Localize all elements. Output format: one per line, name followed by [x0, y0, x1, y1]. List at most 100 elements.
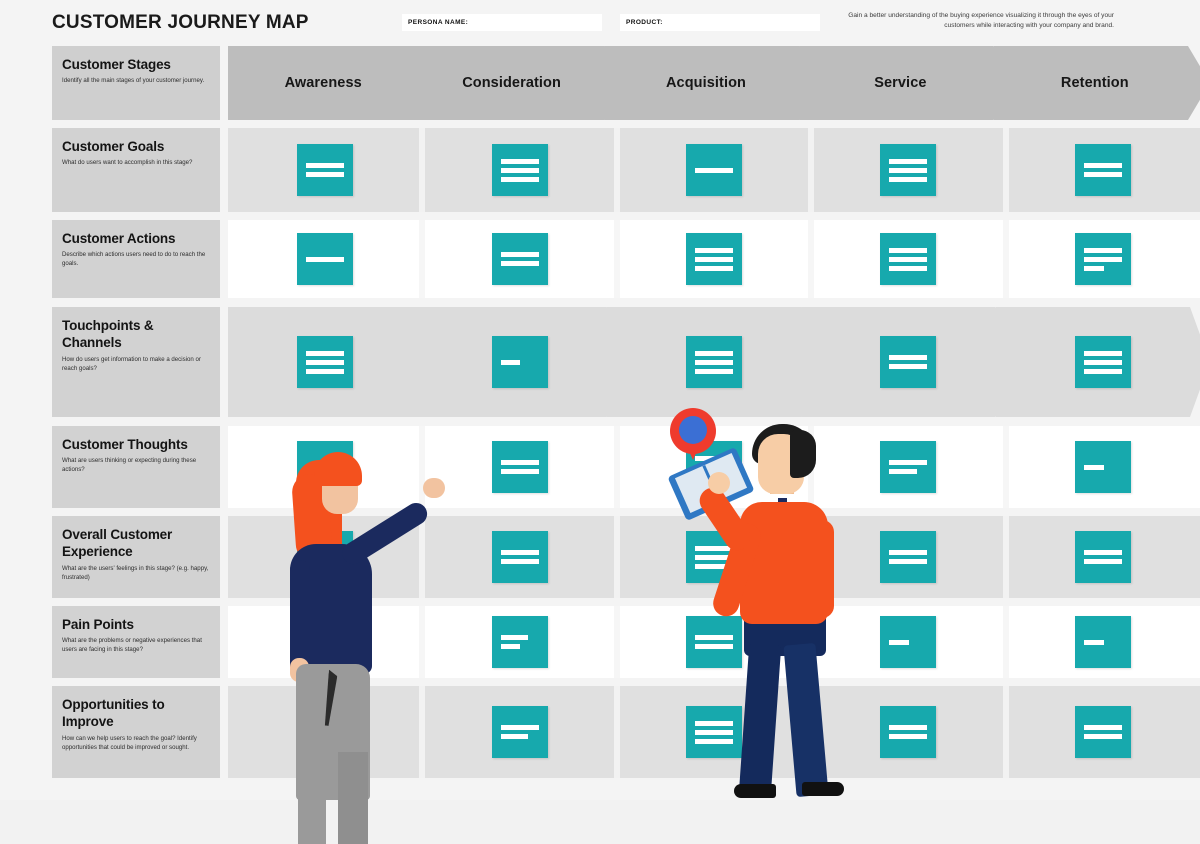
sticky-note-card[interactable] — [1074, 616, 1131, 668]
sticky-note-card[interactable] — [491, 706, 548, 758]
sticky-note-card[interactable] — [880, 706, 937, 758]
sticky-note-card[interactable] — [686, 441, 742, 493]
card-text-line — [500, 167, 539, 173]
card-text-line — [1083, 368, 1122, 374]
card-text-line — [889, 167, 928, 173]
sticky-note-card[interactable] — [1074, 233, 1131, 285]
header: CUSTOMER JOURNEY MAP PERSONA NAME: PRODU… — [0, 0, 1200, 46]
card-text-line — [889, 734, 928, 739]
stage-chevron-service[interactable]: Service — [799, 46, 1015, 120]
sticky-note-card[interactable] — [491, 233, 548, 285]
journey-map-canvas: CUSTOMER JOURNEY MAP PERSONA NAME: PRODU… — [0, 0, 1200, 844]
persona-name-field[interactable]: PERSONA NAME: — [402, 14, 602, 31]
sticky-note-card[interactable] — [491, 531, 548, 583]
sticky-note-card[interactable] — [880, 233, 937, 285]
card-text-line — [1083, 559, 1122, 564]
stage-chevron-consideration[interactable]: Consideration — [410, 46, 626, 120]
card-text-line — [695, 720, 733, 726]
row-label-opportunities-to-improve: Opportunities to Improve How can we help … — [52, 686, 220, 778]
card-text-line — [695, 464, 733, 470]
card-text-line — [695, 635, 733, 640]
card-text-line — [1083, 247, 1122, 253]
sticky-note-card[interactable] — [1074, 441, 1131, 493]
row-label-overall-customer-experience: Overall Customer Experience What are the … — [52, 516, 220, 598]
row-title: Customer Thoughts — [62, 437, 188, 452]
sticky-note-card[interactable] — [491, 336, 548, 388]
sticky-note-card[interactable] — [297, 616, 354, 668]
card-text-line — [500, 158, 539, 164]
sticky-note-card[interactable] — [880, 441, 937, 493]
card-text-line — [306, 359, 345, 365]
row-title: Customer Stages — [62, 57, 171, 72]
card-text-line — [1083, 464, 1104, 470]
card-text-line — [1083, 725, 1122, 730]
sticky-note-card[interactable] — [297, 336, 354, 388]
card-text-line — [889, 559, 928, 564]
card-text-line — [1083, 550, 1122, 555]
card-text-line — [1083, 350, 1122, 356]
sticky-note-card[interactable] — [880, 144, 937, 196]
card-text-line — [889, 639, 910, 645]
journey-row: Customer Actions Describe which actions u… — [0, 220, 1200, 298]
sticky-note-card[interactable] — [686, 336, 742, 388]
stage-chevron-acquisition[interactable]: Acquisition — [605, 46, 821, 120]
sticky-note-card[interactable] — [297, 441, 354, 493]
card-text-line — [500, 635, 528, 640]
sticky-note-card[interactable] — [297, 706, 354, 758]
card-text-line — [1083, 256, 1122, 262]
sticky-note-card[interactable] — [491, 144, 548, 196]
card-text-line — [1083, 265, 1104, 271]
sticky-note-card[interactable] — [686, 144, 742, 196]
sticky-note-card[interactable] — [1074, 144, 1131, 196]
card-text-line — [500, 734, 528, 739]
intro-blurb: Gain a better understanding of the buyin… — [848, 12, 1114, 30]
card-text-line — [306, 550, 345, 555]
sticky-note-card[interactable] — [1074, 706, 1131, 758]
card-text-line — [695, 729, 733, 735]
sticky-note-card[interactable] — [686, 233, 742, 285]
sticky-note-card[interactable] — [1074, 336, 1131, 388]
card-text-line — [695, 265, 733, 271]
product-field[interactable]: PRODUCT: — [620, 14, 820, 31]
card-text-line — [306, 635, 345, 640]
card-text-line — [889, 460, 928, 465]
stage-chevron-awareness[interactable]: Awareness — [228, 46, 432, 120]
card-text-line — [889, 247, 928, 253]
card-text-line — [306, 163, 345, 168]
card-text-line — [500, 559, 539, 564]
card-text-line — [889, 469, 917, 474]
card-text-line — [306, 464, 345, 470]
card-text-line — [889, 265, 928, 271]
card-text-line — [306, 559, 326, 564]
row-cells — [228, 128, 1200, 212]
card-text-line — [306, 368, 345, 374]
sticky-note-card[interactable] — [686, 616, 742, 668]
row-label-customer-actions: Customer Actions Describe which actions u… — [52, 220, 220, 298]
stage-header-band: Awareness Consideration Acquisition Service… — [228, 46, 1200, 120]
sticky-note-card[interactable] — [880, 531, 937, 583]
card-text-line — [306, 256, 345, 262]
sticky-note-card[interactable] — [297, 144, 354, 196]
sticky-note-card[interactable] — [880, 336, 937, 388]
card-text-line — [695, 350, 733, 356]
stage-chevron-retention[interactable]: Retention — [994, 46, 1200, 120]
sticky-note-card[interactable] — [880, 616, 937, 668]
sticky-note-card[interactable] — [297, 531, 354, 583]
card-text-line — [889, 725, 928, 730]
journey-grid: Awareness Consideration Acquisition Service… — [0, 46, 1200, 800]
sticky-note-card[interactable] — [686, 531, 742, 583]
sticky-note-card[interactable] — [491, 441, 548, 493]
card-text-line — [695, 545, 733, 551]
row-title: Pain Points — [62, 617, 134, 632]
row-title: Touchpoints & Channels — [62, 318, 154, 351]
journey-row: Awareness Consideration Acquisition Service… — [0, 46, 1200, 120]
sticky-note-card[interactable] — [1074, 531, 1131, 583]
card-text-line — [889, 176, 928, 182]
card-text-line — [500, 359, 521, 365]
sticky-note-card[interactable] — [297, 233, 354, 285]
row-title: Overall Customer Experience — [62, 527, 173, 560]
page-title: CUSTOMER JOURNEY MAP — [52, 12, 309, 33]
journey-row: Pain Points What are the problems or nega… — [0, 606, 1200, 678]
sticky-note-card[interactable] — [686, 706, 742, 758]
sticky-note-card[interactable] — [491, 616, 548, 668]
